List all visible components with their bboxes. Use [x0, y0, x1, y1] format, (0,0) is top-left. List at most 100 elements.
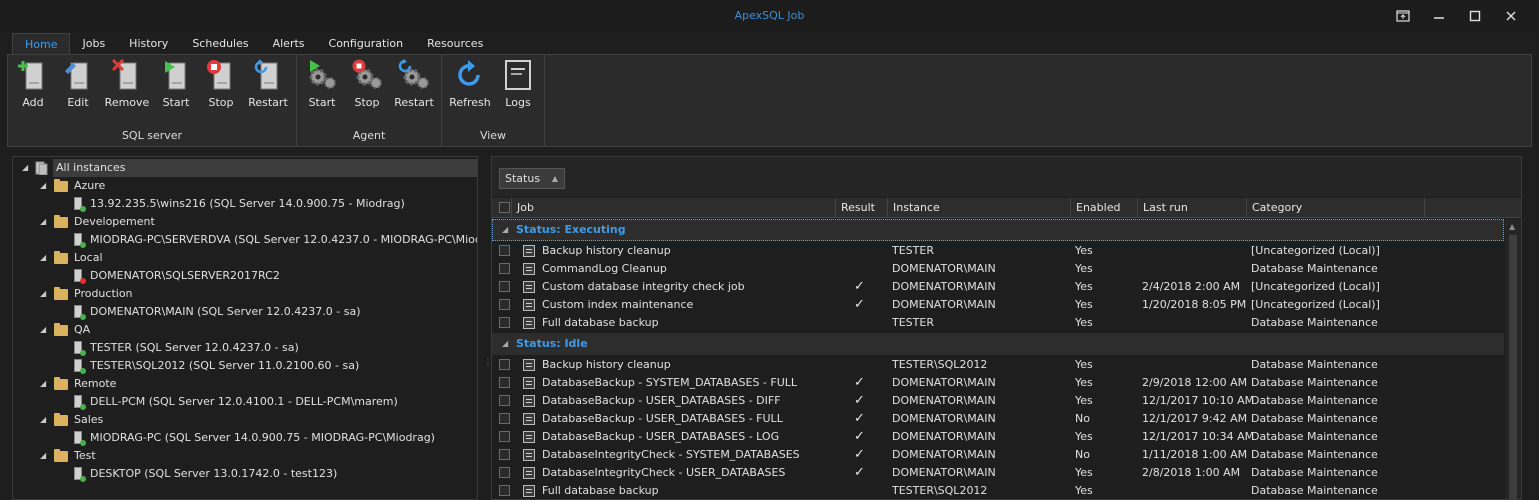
tree-group-test[interactable]: ◢ Test [40, 447, 96, 465]
row-checkbox[interactable] [499, 431, 510, 442]
table-row[interactable]: DatabaseBackup - SYSTEM_DATABASES - FULL… [492, 374, 1504, 392]
collapse-arrow-icon[interactable]: ◢ [40, 321, 50, 339]
minimize-icon [1434, 17, 1444, 19]
row-checkbox[interactable] [499, 467, 510, 478]
tab-jobs[interactable]: Jobs [70, 33, 117, 55]
sql-server-add-button[interactable]: Add [10, 59, 56, 115]
column-header-enabled[interactable]: Enabled [1071, 198, 1138, 218]
restore-down-button[interactable] [1385, 4, 1421, 28]
collapse-arrow-icon[interactable]: ◢ [40, 447, 50, 465]
tree-server-node[interactable]: TESTER (SQL Server 12.0.4237.0 - sa) [74, 339, 299, 357]
table-row[interactable]: DatabaseIntegrityCheck - USER_DATABASES ✓… [492, 464, 1504, 482]
tree-group-local[interactable]: ◢ Local [40, 249, 103, 267]
logs-button[interactable]: Logs [495, 59, 541, 115]
tree-server-node[interactable]: 13.92.235.5\wins216 (SQL Server 14.0.900… [74, 195, 405, 213]
agent-start-button[interactable]: Start [299, 59, 345, 115]
table-row[interactable]: Full database backup TESTER\SQL2012 Yes Dat… [492, 482, 1504, 499]
collapse-arrow-icon[interactable]: ◢ [40, 285, 50, 303]
row-checkbox[interactable] [499, 395, 510, 406]
row-checkbox[interactable] [499, 281, 510, 292]
table-row[interactable]: Full database backup TESTER Yes Database Ma… [492, 314, 1504, 332]
row-checkbox[interactable] [499, 413, 510, 424]
tree-server-node[interactable]: DOMENATOR\MAIN (SQL Server 12.0.4237.0 -… [74, 303, 361, 321]
tab-alerts[interactable]: Alerts [261, 33, 317, 55]
sql-server-edit-button[interactable]: Edit [55, 59, 101, 115]
panel-splitter[interactable]: ⋮ [484, 358, 492, 370]
tree-root-all-instances[interactable]: ◢ All instances [22, 159, 125, 177]
sql-server-remove-button[interactable]: Remove [104, 59, 150, 115]
table-row[interactable]: DatabaseBackup - USER_DATABASES - DIFF ✓ D… [492, 392, 1504, 410]
tree-server-node[interactable]: MIODRAG-PC (SQL Server 14.0.900.75 - MIO… [74, 429, 435, 447]
scrollbar-thumb[interactable] [1509, 235, 1517, 499]
job-icon [523, 281, 535, 293]
row-checkbox[interactable] [499, 299, 510, 310]
agent-restart-button[interactable]: Restart [391, 59, 437, 115]
collapse-arrow-icon[interactable]: ◢ [40, 213, 50, 231]
cell-enabled: Yes [1075, 280, 1093, 293]
maximize-button[interactable] [1457, 4, 1493, 28]
tree-server-node[interactable]: TESTER\SQL2012 (SQL Server 11.0.2100.60 … [74, 357, 359, 375]
row-checkbox[interactable] [499, 245, 510, 256]
group-by-status-chip[interactable]: Status ▲ [499, 168, 565, 189]
tree-group-production[interactable]: ◢ Production [40, 285, 133, 303]
close-button[interactable] [1493, 4, 1529, 28]
table-row[interactable]: DatabaseBackup - USER_DATABASES - FULL ✓ D… [492, 410, 1504, 428]
tab-schedules[interactable]: Schedules [180, 33, 260, 55]
success-check-icon: ✓ [854, 393, 865, 408]
table-row[interactable]: CommandLog Cleanup DOMENATOR\MAIN Yes Datab… [492, 260, 1504, 278]
tree-server-node[interactable]: MIODRAG-PC\SERVERDVA (SQL Server 12.0.42… [74, 231, 477, 249]
column-header-job[interactable]: Job [512, 198, 836, 218]
collapse-arrow-icon[interactable]: ◢ [502, 333, 508, 355]
sort-ascending-icon[interactable]: ▲ [552, 169, 558, 188]
collapse-arrow-icon[interactable]: ◢ [40, 375, 50, 393]
table-row[interactable]: Backup history cleanup TESTER\SQL2012 Yes D… [492, 356, 1504, 374]
table-row[interactable]: DatabaseBackup - USER_DATABASES - LOG ✓ DO… [492, 428, 1504, 446]
sql-server-restart-button[interactable]: Restart [245, 59, 291, 115]
tree-server-node[interactable]: DELL-PCM (SQL Server 12.0.4100.1 - DELL-… [74, 393, 398, 411]
tree-group-qa[interactable]: ◢ QA [40, 321, 90, 339]
row-checkbox[interactable] [499, 263, 510, 274]
column-header-instance[interactable]: Instance [888, 198, 1071, 218]
tree-group-developement[interactable]: ◢ Developement [40, 213, 155, 231]
table-row[interactable]: Backup history cleanup TESTER Yes [Uncatego… [492, 242, 1504, 260]
ribbon-group-view: Refresh Logs View [442, 55, 545, 146]
tab-history[interactable]: History [117, 33, 180, 55]
row-checkbox[interactable] [499, 377, 510, 388]
row-checkbox[interactable] [499, 359, 510, 370]
tree-server-node[interactable]: DOMENATOR\SQLSERVER2017RC2 [74, 267, 280, 285]
collapse-arrow-icon[interactable]: ◢ [40, 177, 50, 195]
agent-stop-button[interactable]: Stop [344, 59, 390, 115]
maximize-icon [1469, 10, 1481, 22]
tree-group-label: Remote [74, 377, 117, 390]
collapse-arrow-icon[interactable]: ◢ [22, 159, 32, 177]
column-header-category[interactable]: Category [1247, 198, 1425, 218]
row-checkbox[interactable] [499, 485, 510, 496]
table-row[interactable]: Custom database integrity check job ✓ DOME… [492, 278, 1504, 296]
tree-group-sales[interactable]: ◢ Sales [40, 411, 103, 429]
tab-home[interactable]: Home [12, 33, 71, 55]
table-row[interactable]: DatabaseIntegrityCheck - SYSTEM_DATABASE… [492, 446, 1504, 464]
collapse-arrow-icon[interactable]: ◢ [40, 411, 50, 429]
tab-configuration[interactable]: Configuration [317, 33, 416, 55]
column-header-result[interactable]: Result [836, 198, 888, 218]
column-header-last-run[interactable]: Last run [1138, 198, 1247, 218]
sql-server-stop-button[interactable]: Stop [198, 59, 244, 115]
row-checkbox[interactable] [499, 449, 510, 460]
scroll-up-icon[interactable]: ▲ [1509, 222, 1515, 231]
vertical-scrollbar[interactable]: ▲ [1505, 219, 1521, 499]
tree-group-label: Local [74, 251, 103, 264]
table-row[interactable]: Custom index maintenance ✓ DOMENATOR\MAIN Y… [492, 296, 1504, 314]
sql-server-start-button[interactable]: Start [153, 59, 199, 115]
row-checkbox[interactable] [499, 317, 510, 328]
tab-resources[interactable]: Resources [415, 33, 495, 55]
minimize-button[interactable] [1421, 4, 1457, 28]
collapse-arrow-icon[interactable]: ◢ [40, 249, 50, 267]
tree-server-node[interactable]: DESKTOP (SQL Server 13.0.1742.0 - test12… [74, 465, 337, 483]
refresh-button[interactable]: Refresh [447, 59, 493, 115]
tree-group-azure[interactable]: ◢ Azure [40, 177, 105, 195]
collapse-arrow-icon[interactable]: ◢ [502, 219, 508, 241]
group-row[interactable]: ◢ Status: Executing [492, 219, 1504, 241]
job-icon [523, 449, 535, 461]
tree-group-remote[interactable]: ◢ Remote [40, 375, 116, 393]
group-row[interactable]: ◢ Status: Idle [492, 333, 1504, 355]
